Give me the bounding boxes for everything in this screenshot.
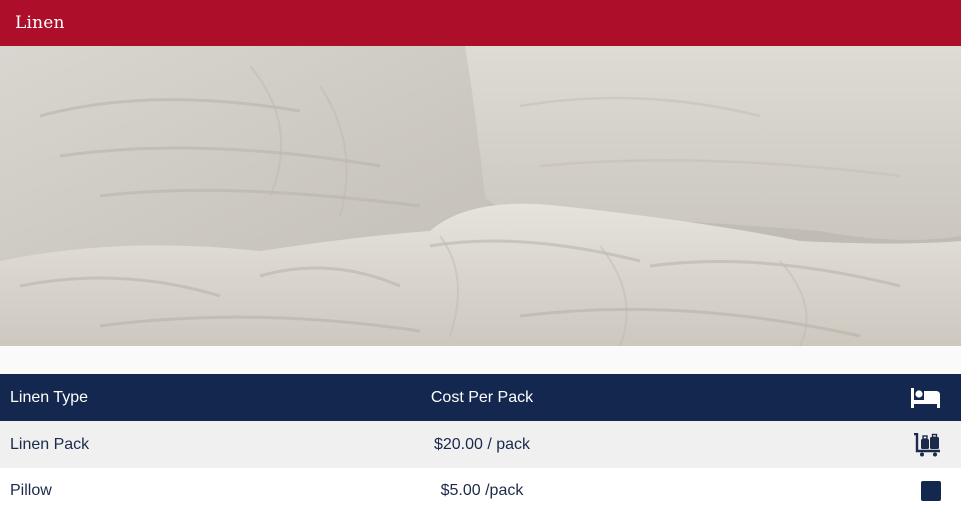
cost-cell: $20.00 / pack bbox=[433, 435, 531, 453]
linen-table: Linen Type Cost Per Pack Linen Pack $20.… bbox=[0, 374, 961, 513]
luggage-cart-icon[interactable] bbox=[913, 432, 941, 457]
table-header-row: Linen Type Cost Per Pack bbox=[0, 374, 961, 421]
linen-type-cell: Pillow bbox=[10, 481, 52, 499]
column-header-cost: Cost Per Pack bbox=[430, 388, 534, 406]
page-title: Linen bbox=[15, 13, 65, 33]
section-spacer bbox=[0, 346, 961, 374]
app-header: Linen bbox=[0, 0, 961, 46]
hero-image bbox=[0, 46, 961, 346]
cost-cell: $5.00 /pack bbox=[440, 481, 524, 499]
bed-icon bbox=[911, 387, 941, 408]
bed-photo bbox=[0, 46, 961, 346]
column-header-icon bbox=[644, 387, 961, 408]
linen-type-cell: Linen Pack bbox=[10, 435, 90, 453]
row-icon-cell bbox=[644, 432, 961, 457]
square-icon[interactable] bbox=[921, 480, 941, 501]
table-row[interactable]: Pillow $5.00 /pack bbox=[0, 468, 961, 513]
table-row[interactable]: Linen Pack $20.00 / pack bbox=[0, 421, 961, 468]
column-header-type: Linen Type bbox=[10, 388, 88, 406]
row-icon-cell bbox=[644, 480, 961, 501]
